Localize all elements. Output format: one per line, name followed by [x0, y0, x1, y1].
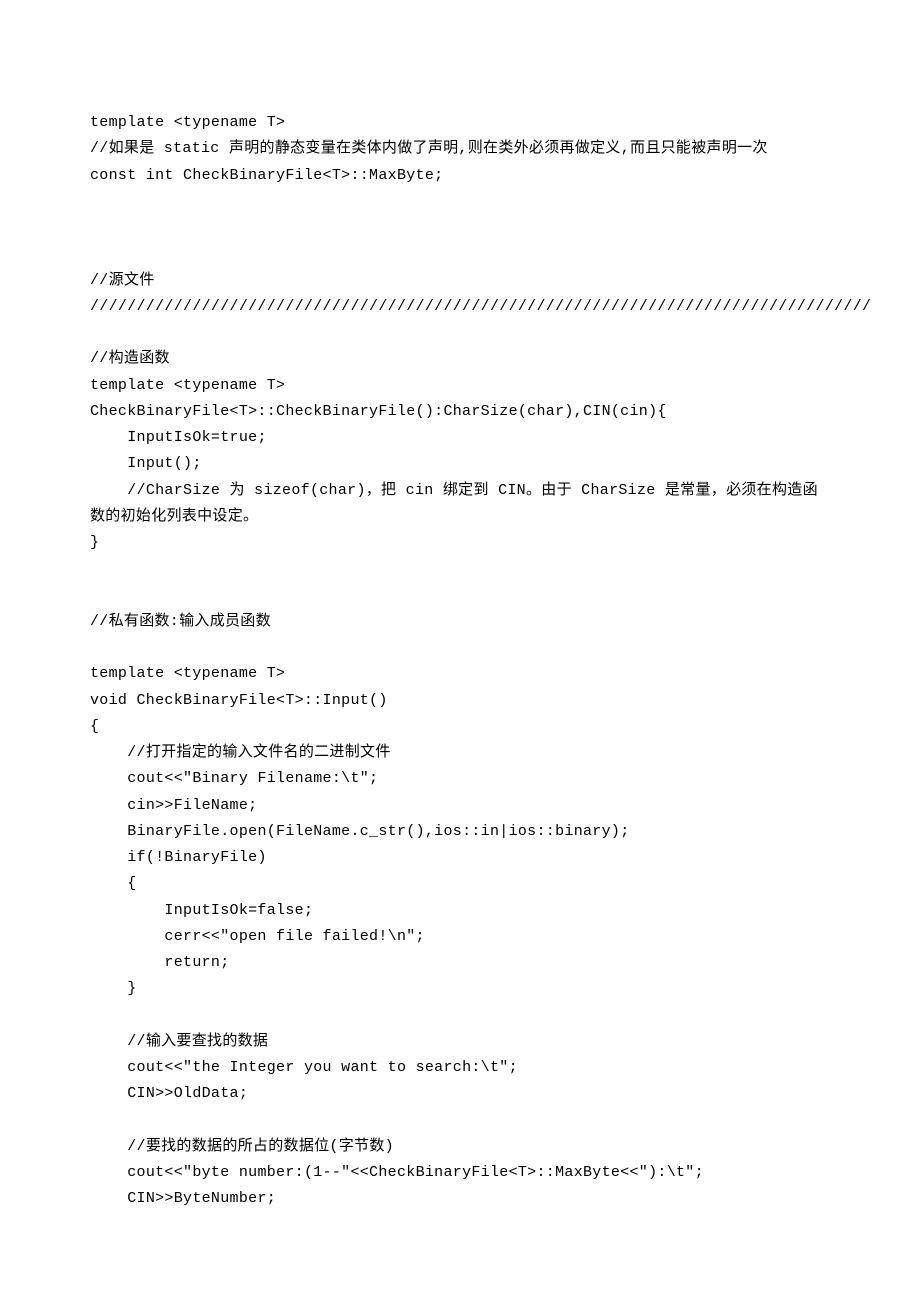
code-line: template <typename T> [90, 661, 830, 687]
blank-line [90, 1108, 830, 1134]
code-line: } [90, 976, 830, 1002]
code-line: { [90, 714, 830, 740]
code-line: CIN>>ByteNumber; [90, 1186, 830, 1212]
code-line: { [90, 871, 830, 897]
code-line: } [90, 530, 830, 556]
code-line: //源文件 [90, 268, 830, 294]
blank-line [90, 241, 830, 267]
code-line: cout<<"Binary Filename:\t"; [90, 766, 830, 792]
blank-line [90, 189, 830, 215]
code-line: cout<<"the Integer you want to search:\t… [90, 1055, 830, 1081]
code-line: //打开指定的输入文件名的二进制文件 [90, 740, 830, 766]
code-line: //要找的数据的所占的数据位(字节数) [90, 1134, 830, 1160]
code-line: //CharSize 为 sizeof(char)，把 cin 绑定到 CIN。… [90, 478, 830, 531]
code-line: CIN>>OldData; [90, 1081, 830, 1107]
code-line: InputIsOk=false; [90, 898, 830, 924]
code-block: template <typename T>//如果是 static 声明的静态变… [90, 110, 830, 1213]
blank-line [90, 556, 830, 582]
code-line: return; [90, 950, 830, 976]
blank-line [90, 320, 830, 346]
code-line: cerr<<"open file failed!\n"; [90, 924, 830, 950]
code-line: template <typename T> [90, 373, 830, 399]
code-line: //构造函数 [90, 346, 830, 372]
blank-line [90, 583, 830, 609]
code-line: if(!BinaryFile) [90, 845, 830, 871]
code-line: void CheckBinaryFile<T>::Input() [90, 688, 830, 714]
blank-line [90, 635, 830, 661]
code-line: CheckBinaryFile<T>::CheckBinaryFile():Ch… [90, 399, 830, 425]
code-line: template <typename T> [90, 110, 830, 136]
code-line: BinaryFile.open(FileName.c_str(),ios::in… [90, 819, 830, 845]
code-line: //输入要查找的数据 [90, 1029, 830, 1055]
blank-line [90, 215, 830, 241]
document-page: template <typename T>//如果是 static 声明的静态变… [0, 0, 920, 1303]
code-line: //如果是 static 声明的静态变量在类体内做了声明,则在类外必须再做定义,… [90, 136, 830, 162]
code-line: Input(); [90, 451, 830, 477]
blank-line [90, 1003, 830, 1029]
code-line: ////////////////////////////////////////… [90, 294, 830, 320]
code-line: cout<<"byte number:(1--"<<CheckBinaryFil… [90, 1160, 830, 1186]
code-line: //私有函数:输入成员函数 [90, 609, 830, 635]
code-line: cin>>FileName; [90, 793, 830, 819]
code-line: const int CheckBinaryFile<T>::MaxByte; [90, 163, 830, 189]
code-line: InputIsOk=true; [90, 425, 830, 451]
